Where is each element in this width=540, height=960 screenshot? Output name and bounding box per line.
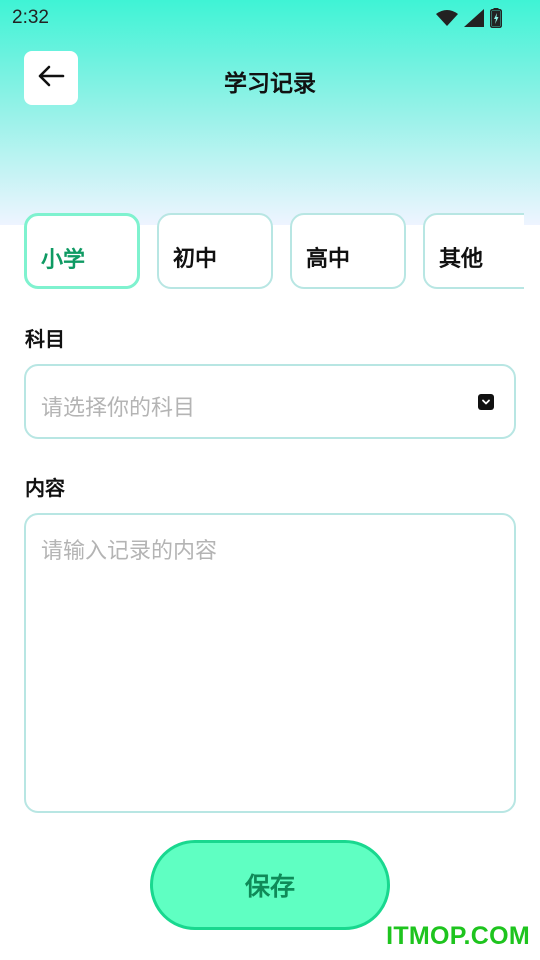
content-placeholder: 请输入记录的内容	[41, 539, 218, 564]
battery-icon	[490, 8, 502, 32]
level-tabs: 小学 初中 高中 其他	[24, 213, 524, 291]
wifi-icon	[436, 9, 458, 31]
tab-other[interactable]: 其他	[423, 213, 524, 289]
subject-select[interactable]: 请选择你的科目	[24, 364, 516, 439]
content-textarea[interactable]: 请输入记录的内容	[24, 513, 516, 813]
status-bar: 2:32	[0, 0, 540, 36]
watermark: ITMOP.COM	[386, 922, 530, 950]
signal-icon	[464, 9, 484, 31]
chevron-down-icon	[478, 394, 494, 410]
subject-label: 科目	[25, 327, 65, 351]
tab-primary[interactable]: 小学	[24, 213, 140, 289]
status-time: 2:32	[12, 7, 49, 28]
tab-junior-high[interactable]: 初中	[157, 213, 273, 289]
tab-senior-high[interactable]: 高中	[290, 213, 406, 289]
save-button[interactable]: 保存	[150, 840, 390, 930]
subject-placeholder: 请选择你的科目	[41, 396, 196, 421]
content-label: 内容	[25, 476, 65, 500]
page-title: 学习记录	[224, 71, 316, 97]
